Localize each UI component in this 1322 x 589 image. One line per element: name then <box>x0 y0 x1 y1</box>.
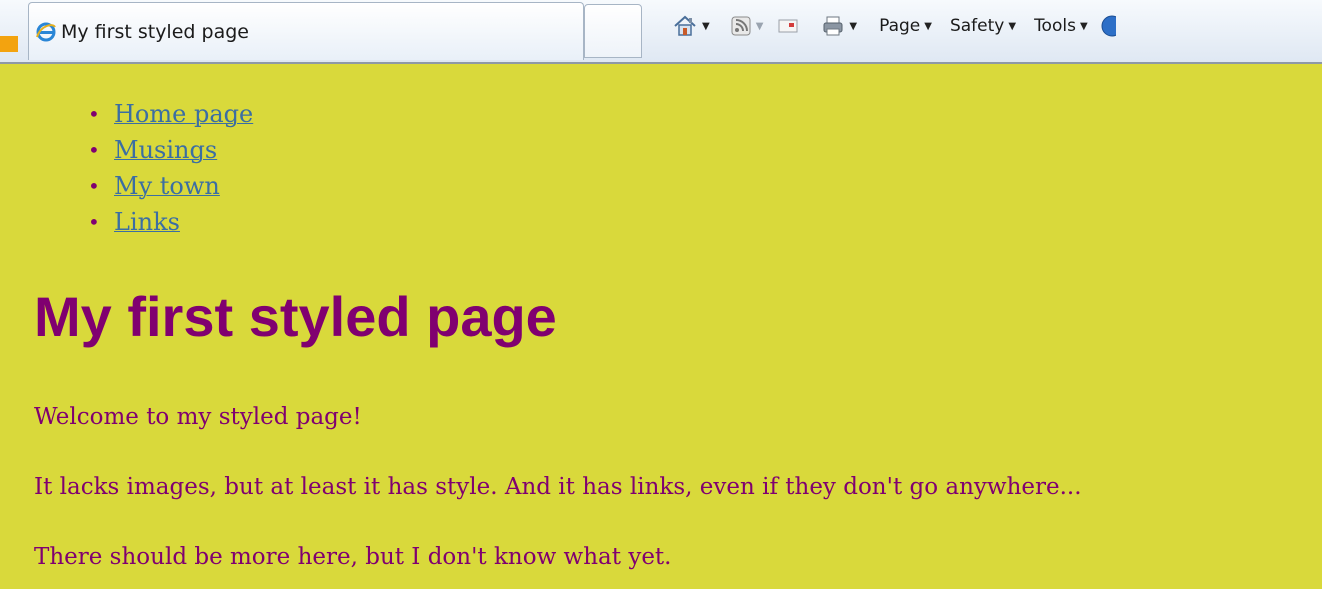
help-button[interactable] <box>1100 14 1116 38</box>
help-icon <box>1100 14 1116 38</box>
style-paragraph: It lacks images, but at least it has sty… <box>34 474 1082 500</box>
nav-link-links[interactable]: Links <box>114 204 180 240</box>
tools-menu-chevron-icon: ▼ <box>1079 20 1088 32</box>
nav-link-musings[interactable]: Musings <box>114 132 217 168</box>
feeds-dropdown-icon[interactable]: ▼ <box>756 21 764 32</box>
more-paragraph: There should be more here, but I don't k… <box>34 544 672 570</box>
welcome-paragraph: Welcome to my styled page! <box>34 404 362 430</box>
tools-menu-label: Tools <box>1034 16 1076 36</box>
bullet-icon: • <box>88 210 100 234</box>
page-menu-label: Page <box>879 16 921 36</box>
bullet-icon: • <box>88 102 100 126</box>
print-button[interactable]: ▼ <box>821 14 857 38</box>
page-content: • Home page • Musings • My town • Links … <box>18 64 1322 589</box>
safety-menu-button[interactable]: Safety ▼ <box>950 16 1016 36</box>
print-dropdown-icon[interactable]: ▼ <box>849 21 857 32</box>
nav-item-my-town: • My town <box>88 168 253 204</box>
new-tab-button[interactable] <box>584 4 642 58</box>
nav-item-home: • Home page <box>88 96 253 132</box>
nav-item-musings: • Musings <box>88 132 253 168</box>
mail-icon <box>777 17 799 35</box>
rss-feed-icon <box>730 15 752 37</box>
window-edge-accent <box>0 36 18 52</box>
safety-menu-label: Safety <box>949 16 1005 36</box>
page-menu-button[interactable]: Page ▼ <box>879 16 932 36</box>
page-title: My first styled page <box>34 285 557 348</box>
tab-title: My first styled page <box>61 20 249 43</box>
safety-menu-chevron-icon: ▼ <box>1008 20 1017 32</box>
browser-tab[interactable]: My first styled page <box>28 2 584 60</box>
tools-menu-button[interactable]: Tools ▼ <box>1034 16 1088 36</box>
ie-logo-icon <box>35 21 57 43</box>
feeds-button[interactable]: ▼ <box>730 15 764 37</box>
site-navigation: • Home page • Musings • My town • Links <box>88 96 253 240</box>
home-icon <box>672 13 698 39</box>
browser-chrome: My first styled page ▼ ▼ ▼ Page ▼ Safety… <box>0 0 1322 64</box>
home-dropdown-icon[interactable]: ▼ <box>702 21 710 32</box>
read-mail-button[interactable] <box>777 17 799 35</box>
nav-link-my-town[interactable]: My town <box>114 168 220 204</box>
page-menu-chevron-icon: ▼ <box>924 20 932 32</box>
printer-icon <box>821 14 845 38</box>
bullet-icon: • <box>88 174 100 198</box>
bullet-icon: • <box>88 138 100 162</box>
nav-link-home[interactable]: Home page <box>114 96 253 132</box>
nav-item-links: • Links <box>88 204 253 240</box>
home-button[interactable]: ▼ <box>672 13 710 39</box>
command-bar: ▼ ▼ ▼ Page ▼ Safety ▼ Tools ▼ <box>672 4 1116 48</box>
